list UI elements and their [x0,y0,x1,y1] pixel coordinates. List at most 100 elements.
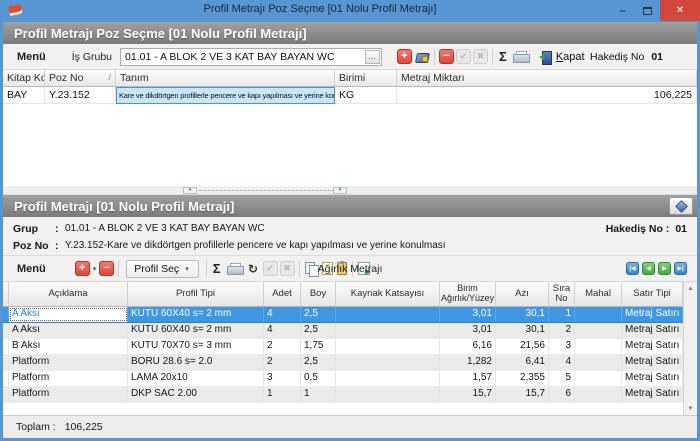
cell-profil-tipi[interactable]: KUTU 60X40 s= 2 mm [128,307,264,322]
copy-icon[interactable] [305,262,318,275]
cell-profil-tipi[interactable]: KUTU 60X40 s= 2 mm [128,323,264,338]
cell-kitap-kodu[interactable]: BAY [3,87,45,104]
cell-azi[interactable]: 30,1 [496,323,549,338]
poz-table-row[interactable]: BAY Y.23.152 Kare ve dikdörtgen profille… [3,87,697,104]
cell-azi[interactable]: 6,41 [496,355,549,370]
splitter-collapse-right-button[interactable]: ▾ [333,187,347,194]
cell-metraj-miktari[interactable]: 106,225 [397,87,697,104]
cell-boy[interactable]: 1 [301,387,336,402]
cell-aciklama[interactable]: A Aksı [9,307,128,322]
menu-button[interactable]: Menü [17,51,46,63]
maximize-button[interactable] [635,0,660,21]
col-profil-tipi[interactable]: Profil Tipi [128,282,264,307]
select-poz-icon[interactable] [415,51,429,63]
cell-aciklama[interactable]: Platform [9,355,128,370]
cell-azi[interactable]: 21,56 [496,339,549,354]
cell-adet[interactable]: 4 [264,323,301,338]
cell-profil-tipi[interactable]: DKP SAC 2.00 [128,387,264,402]
is-grubu-combobox[interactable]: 01.01 - A BLOK 2 VE 3 KAT BAY BAYAN WC … [120,48,382,66]
col-birimi[interactable]: Birimi [335,70,397,87]
cell-boy[interactable]: 0,5 [301,371,336,386]
cell-adet[interactable]: 4 [264,307,301,322]
menu-button-2[interactable]: Menü [17,263,46,275]
col-boy[interactable]: Boy [301,282,336,307]
cell-boy[interactable]: 2,5 [301,323,336,338]
cell-azi[interactable]: 2,355 [496,371,549,386]
cell-tanim-selected[interactable]: Kare ve dikdörtgen profillerle pencere v… [116,87,335,104]
nav-prev-icon[interactable]: ◀ [642,262,655,275]
cell-kaynak[interactable] [336,339,440,354]
cell-profil-tipi[interactable]: BORU 28.6 s= 2.0 [128,355,264,370]
add-row-button[interactable]: + [75,261,90,276]
cell-adet[interactable]: 2 [264,339,301,354]
table-row[interactable]: Platform BORU 28.6 s= 2.0 2 2,5 1,282 6,… [3,355,697,371]
cell-azi[interactable]: 30,1 [496,307,549,322]
cell-mahal[interactable] [575,307,622,322]
add-dropdown-icon[interactable]: ▾ [93,265,97,273]
kapat-exit-icon[interactable] [539,51,552,63]
nav-last-icon[interactable]: ▶| [674,262,687,275]
gem-button[interactable] [669,197,693,215]
cell-mahal[interactable] [575,371,622,386]
cell-aciklama[interactable]: Platform [9,371,128,386]
minimize-button[interactable]: – [610,0,635,21]
delete-button[interactable]: − [439,49,454,64]
nav-next-icon[interactable]: ▶ [658,262,671,275]
cell-kaynak[interactable] [336,371,440,386]
col-mahal[interactable]: Mahal [575,282,622,307]
cell-adet[interactable]: 3 [264,371,301,386]
scroll-up-icon[interactable]: ▲ [685,282,696,295]
cell-birim[interactable]: 3,01 [440,323,496,338]
table-row[interactable]: B Aksı KUTU 70X70 s= 3 mm 2 1,75 6,16 21… [3,339,697,355]
cell-satir-tipi[interactable]: Metraj Satırı [622,339,683,354]
cell-birim[interactable]: 6,16 [440,339,496,354]
refresh-icon[interactable]: ↻ [246,261,261,276]
combo-ellipsis-button[interactable]: … [365,50,380,64]
col-metraj-miktari[interactable]: Metraj Miktarı [397,70,697,87]
cell-birim[interactable]: 1,282 [440,355,496,370]
cell-kaynak[interactable] [336,387,440,402]
cell-birim[interactable]: 1,57 [440,371,496,386]
table-row[interactable]: Platform DKP SAC 2.00 1 1 15,7 15,7 6 Me… [3,387,697,403]
print-icon-2[interactable] [227,263,242,275]
table-row[interactable]: Platform LAMA 20x10 3 0,5 1,57 2,355 5 M… [3,371,697,387]
cell-azi[interactable]: 15,7 [496,387,549,402]
cell-sira-no[interactable]: 5 [549,371,575,386]
cell-boy[interactable]: 1,75 [301,339,336,354]
cell-satir-tipi[interactable]: Metraj Satırı [622,371,683,386]
profil-sec-button[interactable]: Profil Seç ▾ [126,260,198,278]
splitter-bar[interactable]: ▾ ▾ [3,186,697,195]
sum-button-2[interactable]: Σ [213,261,221,276]
col-kaynak-katsayisi[interactable]: Kaynak Katsayısı [336,282,440,307]
cell-profil-tipi[interactable]: LAMA 20x10 [128,371,264,386]
cell-sira-no[interactable]: 2 [549,323,575,338]
cell-satir-tipi[interactable]: Metraj Satırı [622,307,683,322]
cell-sira-no[interactable]: 1 [549,307,575,322]
nav-first-icon[interactable]: |◀ [626,262,639,275]
print-icon[interactable] [513,51,528,63]
cell-birimi[interactable]: KG [335,87,397,104]
add-button[interactable]: + [397,49,412,64]
table-row[interactable]: A Aksı KUTU 60X40 s= 2 mm 4 2,5 3,01 30,… [3,323,697,339]
cell-mahal[interactable] [575,355,622,370]
col-azi[interactable]: Azı [496,282,549,307]
col-sira-no[interactable]: Sıra No [549,282,575,307]
cell-kaynak[interactable] [336,307,440,322]
cell-profil-tipi[interactable]: KUTU 70X70 s= 3 mm [128,339,264,354]
cell-sira-no[interactable]: 6 [549,387,575,402]
splitter-collapse-left-button[interactable]: ▾ [183,187,197,194]
cell-sira-no[interactable]: 4 [549,355,575,370]
cell-aciklama[interactable]: Platform [9,387,128,402]
cell-mahal[interactable] [575,339,622,354]
cell-kaynak[interactable] [336,323,440,338]
col-poz-no[interactable]: /Poz No [45,70,116,87]
cell-kaynak[interactable] [336,355,440,370]
cell-boy[interactable]: 2,5 [301,355,336,370]
cell-satir-tipi[interactable]: Metraj Satırı [622,387,683,402]
vertical-scrollbar[interactable]: ▲ ▼ [683,282,697,415]
cell-aciklama[interactable]: B Aksı [9,339,128,354]
table-row[interactable]: A Aksı KUTU 60X40 s= 2 mm 4 2,5 3,01 30,… [3,307,697,323]
cell-mahal[interactable] [575,323,622,338]
col-birim-agirlik-yuzey[interactable]: Birim Ağırlık/Yüzey [440,282,496,307]
cell-boy[interactable]: 2,5 [301,307,336,322]
